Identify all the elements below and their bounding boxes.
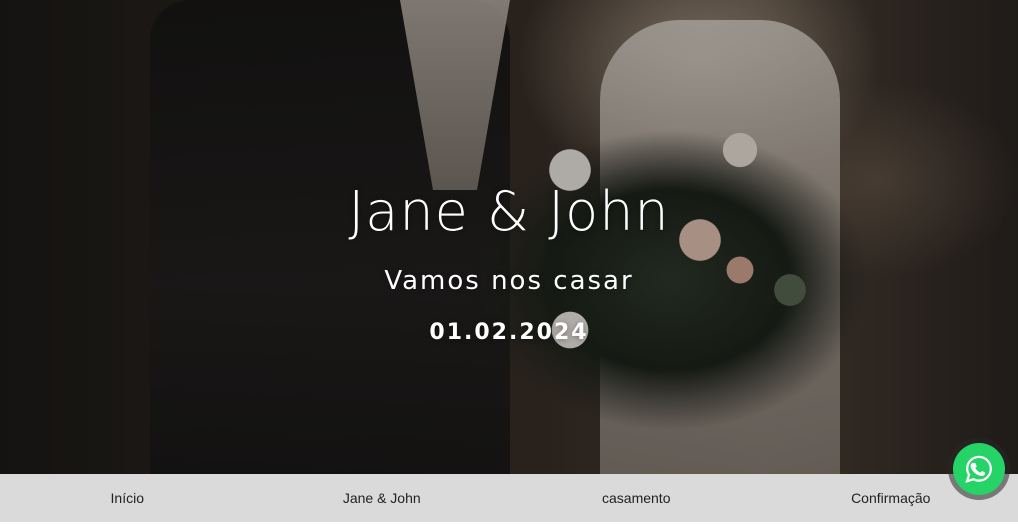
wedding-date: 01.02.2024 (429, 320, 589, 345)
whatsapp-circle (953, 443, 1005, 495)
bottom-navigation: Início Jane & John casamento Confirmação (0, 474, 1018, 524)
hero-subtitle: Vamos nos casar (384, 266, 634, 296)
hero-title: Jane & John (348, 180, 670, 243)
whatsapp-button[interactable] (948, 438, 1010, 500)
hero-photo: Jane & John Vamos nos casar 01.02.2024 (0, 0, 1018, 474)
whatsapp-icon (965, 455, 992, 483)
nav-item-inicio[interactable]: Início (0, 490, 255, 506)
nav-item-casamento[interactable]: casamento (509, 490, 764, 506)
nav-item-couple[interactable]: Jane & John (255, 490, 510, 506)
